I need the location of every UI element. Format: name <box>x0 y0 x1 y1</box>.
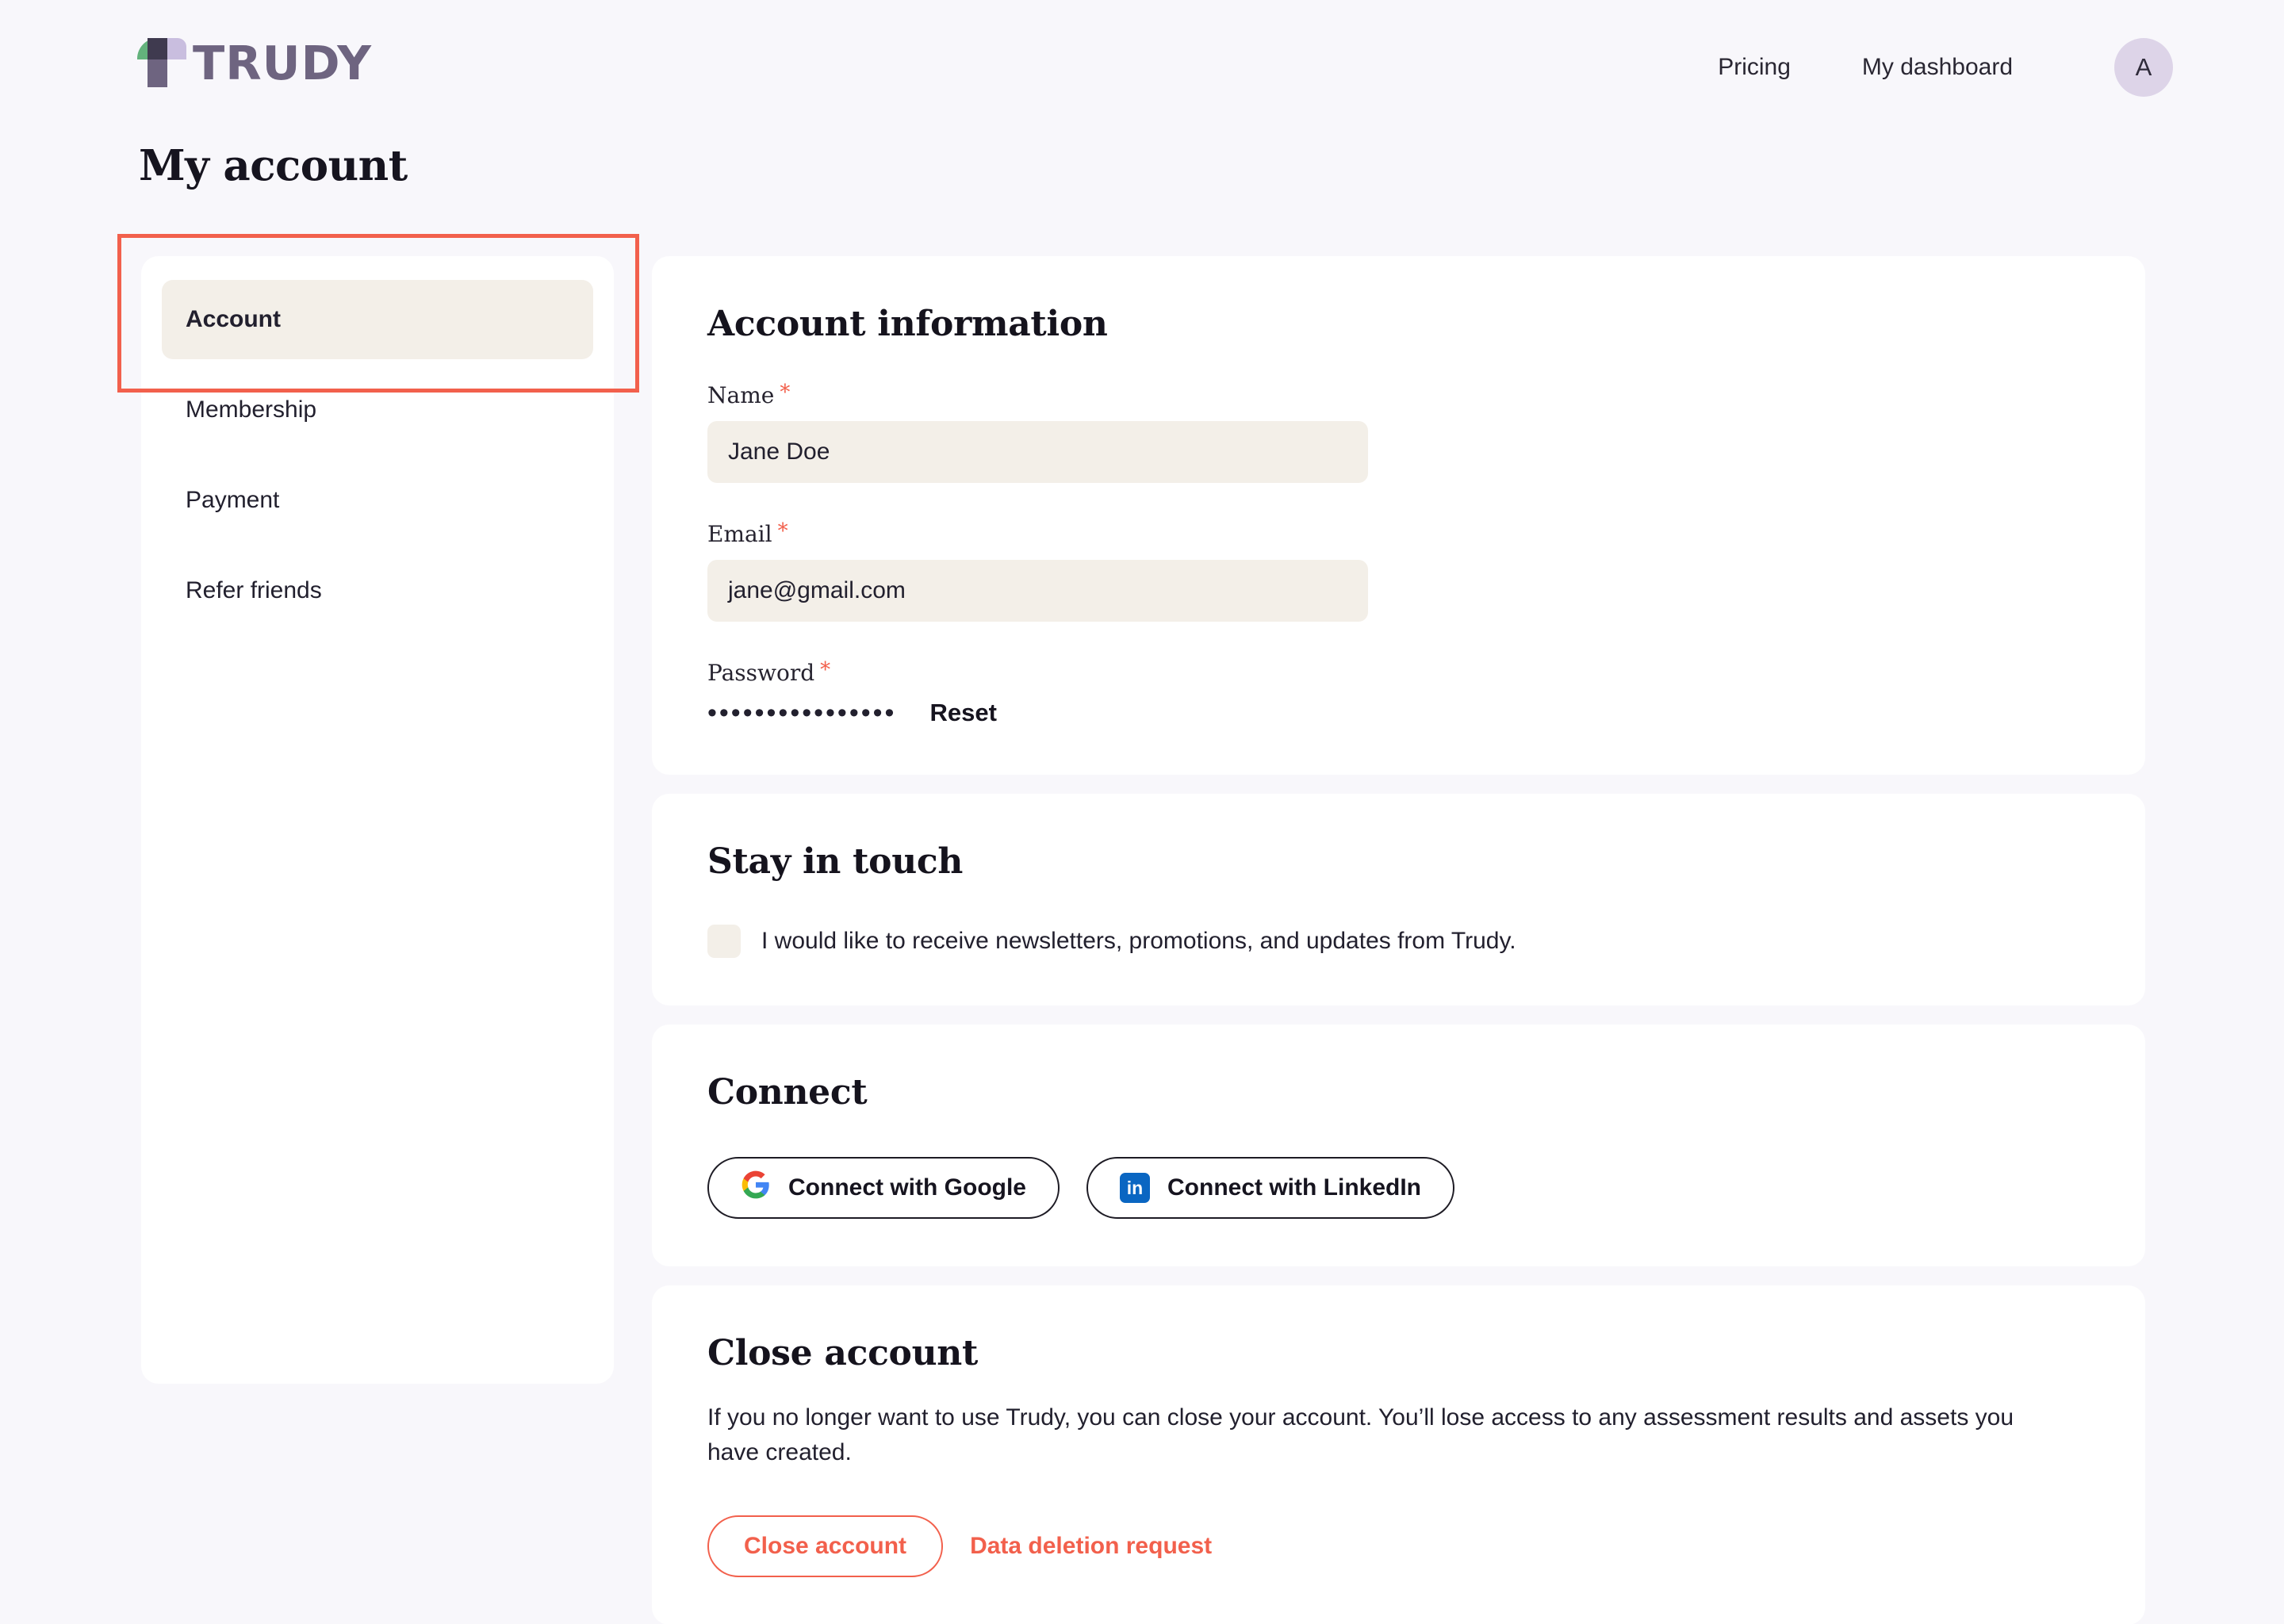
password-label: Password * <box>707 660 2090 686</box>
close-account-button[interactable]: Close account <box>707 1515 944 1577</box>
sidebar-item-payment[interactable]: Payment <box>162 461 593 540</box>
logo-stem-dark-shape <box>148 38 167 59</box>
password-row: •••••••••••••••• Reset <box>707 699 2090 727</box>
account-settings-page: TRUDY Pricing My dashboard A My account … <box>0 0 2284 1624</box>
stay-in-touch-card: Stay in touch I would like to receive ne… <box>652 794 2145 1005</box>
settings-sidebar: Account Membership Payment Refer friends <box>141 256 614 1384</box>
google-g-icon <box>741 1170 771 1206</box>
name-field-group: Name * Jane Doe <box>707 382 2090 483</box>
name-input[interactable]: Jane Doe <box>707 421 1368 483</box>
required-asterisk-icon: * <box>780 381 791 404</box>
header-nav: Pricing My dashboard A <box>1718 38 2173 97</box>
sidebar-item-account[interactable]: Account <box>162 280 593 359</box>
account-information-title: Account information <box>707 304 1108 344</box>
connect-with-google-button[interactable]: Connect with Google <box>707 1157 1060 1219</box>
trudy-logo[interactable]: TRUDY <box>137 38 372 87</box>
required-asterisk-icon: * <box>777 519 788 543</box>
sidebar-item-refer-friends[interactable]: Refer friends <box>162 551 593 630</box>
connect-buttons-row: Connect with Google in Connect with Link… <box>707 1157 2090 1219</box>
email-label-text: Email <box>707 521 772 547</box>
connect-title: Connect <box>707 1072 868 1113</box>
avatar[interactable]: A <box>2114 38 2173 97</box>
connect-with-linkedin-button[interactable]: in Connect with LinkedIn <box>1086 1157 1454 1219</box>
password-field-group: Password * •••••••••••••••• Reset <box>707 660 2090 727</box>
email-input[interactable]: jane@gmail.com <box>707 560 1368 622</box>
password-masked-value: •••••••••••••••• <box>707 698 897 728</box>
email-label: Email * <box>707 521 2090 547</box>
name-label-text: Name <box>707 382 775 408</box>
trudy-leaf-t-logo-icon <box>137 38 186 87</box>
newsletter-checkbox-label: I would like to receive newsletters, pro… <box>761 928 1516 954</box>
account-information-card: Account information Name * Jane Doe Emai… <box>652 256 2145 775</box>
data-deletion-request-link[interactable]: Data deletion request <box>970 1533 1212 1560</box>
password-label-text: Password <box>707 660 815 686</box>
connect-with-linkedin-label: Connect with LinkedIn <box>1167 1174 1421 1201</box>
required-asterisk-icon: * <box>820 658 831 682</box>
connect-with-google-label: Connect with Google <box>788 1174 1026 1201</box>
main-content: Account information Name * Jane Doe Emai… <box>652 256 2145 1624</box>
logo-stem-shape <box>148 59 167 87</box>
nav-link-pricing[interactable]: Pricing <box>1718 54 1791 81</box>
close-account-description: If you no longer want to use Trudy, you … <box>707 1404 2014 1466</box>
sidebar-item-membership[interactable]: Membership <box>162 370 593 450</box>
logo-bar-light-shape <box>167 38 186 59</box>
close-account-card: Close account If you no longer want to u… <box>652 1285 2145 1624</box>
linkedin-icon: in <box>1120 1173 1150 1203</box>
newsletter-checkbox[interactable] <box>707 925 741 958</box>
newsletter-checkbox-row: I would like to receive newsletters, pro… <box>707 925 2090 958</box>
close-account-title: Close account <box>707 1333 979 1373</box>
logo-wordmark: TRUDY <box>193 35 372 90</box>
close-account-actions: Close account Data deletion request <box>707 1515 2090 1577</box>
email-field-group: Email * jane@gmail.com <box>707 521 2090 622</box>
top-header: TRUDY Pricing My dashboard A <box>0 0 2284 139</box>
reset-password-link[interactable]: Reset <box>929 699 996 727</box>
page-title: My account <box>139 141 408 190</box>
stay-in-touch-title: Stay in touch <box>707 841 964 882</box>
nav-link-my-dashboard[interactable]: My dashboard <box>1862 54 2013 81</box>
connect-card: Connect Connect with Google in Connect w… <box>652 1025 2145 1266</box>
name-label: Name * <box>707 382 2090 408</box>
